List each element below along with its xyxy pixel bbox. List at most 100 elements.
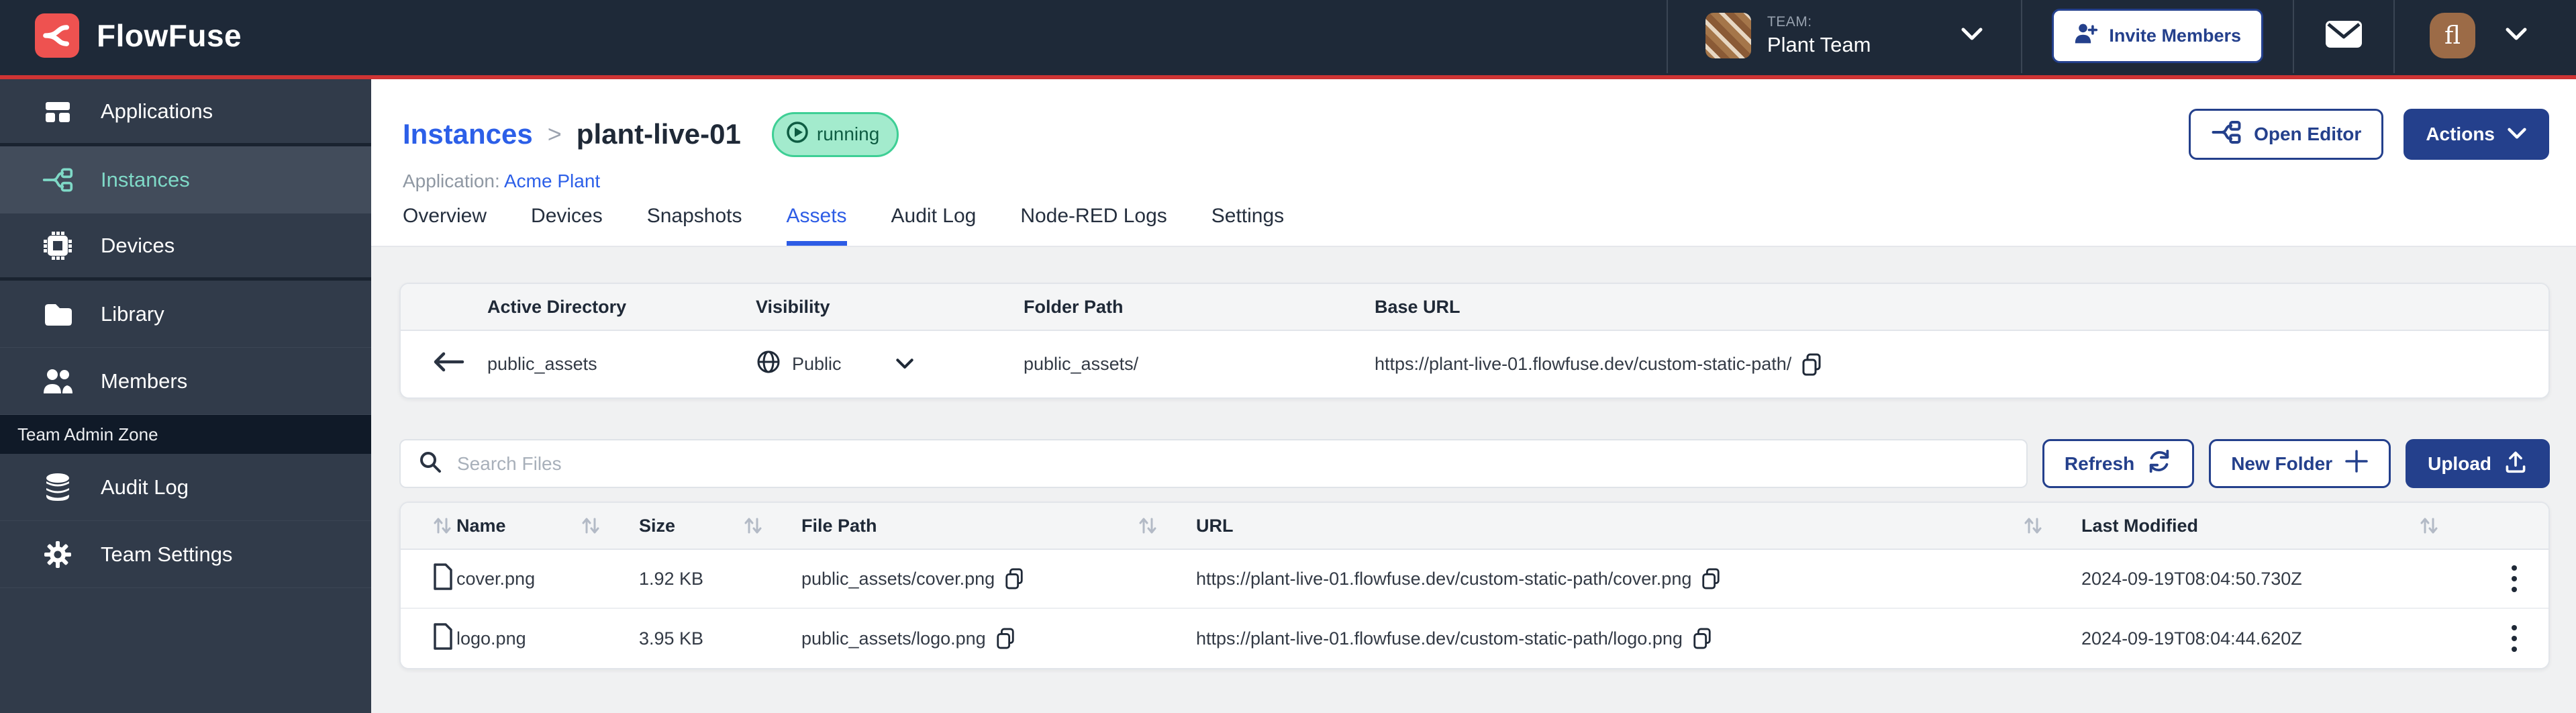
new-folder-button[interactable]: New Folder — [2209, 439, 2391, 488]
invite-members-label: Invite Members — [2109, 25, 2241, 46]
kebab-menu-icon[interactable] — [2511, 564, 2518, 593]
sidebar-item-applications[interactable]: Applications — [0, 79, 371, 146]
team-selector[interactable]: TEAM: Plant Team — [1668, 0, 2022, 73]
breadcrumb-instances-link[interactable]: Instances — [403, 118, 533, 150]
file-url: https://plant-live-01.flowfuse.dev/custo… — [1196, 568, 1692, 589]
globe-icon — [756, 349, 781, 379]
mail-icon — [2325, 19, 2363, 52]
sidebar-item-library[interactable]: Library — [0, 281, 371, 348]
team-label: TEAM: — [1767, 14, 1812, 30]
actions-button[interactable]: Actions — [2404, 109, 2549, 160]
status-label: running — [816, 124, 880, 144]
refresh-icon — [2146, 448, 2172, 479]
back-arrow-icon[interactable] — [432, 350, 465, 378]
file-icon — [432, 563, 454, 596]
upload-label: Upload — [2428, 453, 2491, 474]
file-path: public_assets/cover.png — [801, 568, 995, 589]
copy-icon[interactable] — [1004, 568, 1024, 589]
sidebar-item-label: Instances — [101, 167, 190, 191]
copy-icon[interactable] — [1801, 353, 1822, 376]
status-badge: running — [771, 111, 899, 157]
sidebar-item-devices[interactable]: Devices — [0, 213, 371, 281]
kebab-menu-icon[interactable] — [2511, 624, 2518, 653]
sidebar-item-audit-log[interactable]: Audit Log — [0, 454, 371, 521]
sidebar-item-team-settings[interactable]: Team Settings — [0, 521, 371, 588]
sidebar-item-label: Applications — [101, 99, 213, 123]
copy-icon[interactable] — [1701, 568, 1721, 589]
user-menu[interactable]: fl — [2395, 0, 2552, 73]
application-link[interactable]: Acme Plant — [504, 171, 600, 191]
col-size: Size — [639, 515, 676, 536]
col-folder-path: Folder Path — [1024, 296, 1124, 317]
col-active-directory: Active Directory — [487, 296, 627, 317]
chip-icon — [42, 231, 74, 260]
sort-icon[interactable] — [742, 515, 764, 536]
file-size: 1.92 KB — [639, 568, 704, 589]
active-directory-value: public_assets — [487, 354, 597, 374]
team-avatar — [1705, 13, 1751, 58]
directory-panel: Active Directory Visibility Folder Path … — [399, 283, 2550, 399]
open-editor-button[interactable]: Open Editor — [2189, 109, 2384, 160]
sidebar-item-label: Members — [101, 369, 188, 393]
files-header-row: Name Size File Path URL Last Modified — [401, 503, 2548, 550]
file-last-modified: 2024-09-19T08:04:44.620Z — [2081, 628, 2302, 649]
file-path: public_assets/logo.png — [801, 628, 986, 649]
files-panel: Name Size File Path URL Last Modified co… — [399, 502, 2550, 669]
sort-icon[interactable] — [2418, 515, 2440, 536]
team-name: Plant Team — [1767, 33, 1871, 56]
chevron-down-icon — [2505, 27, 2528, 45]
sidebar-item-members[interactable]: Members — [0, 348, 371, 415]
tab-bar: Overview Devices Snapshots Assets Audit … — [403, 205, 2549, 246]
folder-icon — [42, 301, 74, 328]
folder-path-value: public_assets/ — [1024, 354, 1139, 374]
database-icon — [42, 473, 74, 502]
tab-overview[interactable]: Overview — [403, 205, 487, 246]
plus-icon — [2344, 449, 2369, 478]
refresh-label: Refresh — [2064, 453, 2135, 474]
refresh-button[interactable]: Refresh — [2042, 439, 2195, 488]
base-url-value: https://plant-live-01.flowfuse.dev/custo… — [1375, 354, 1792, 374]
invite-members-button[interactable]: Invite Members — [2052, 8, 2263, 63]
tab-devices[interactable]: Devices — [531, 205, 603, 246]
tab-snapshots[interactable]: Snapshots — [647, 205, 742, 246]
top-navigation: FlowFuse TEAM: Plant Team Invite Members — [0, 0, 2576, 79]
search-input[interactable] — [457, 453, 2009, 475]
team-admin-zone-label: Team Admin Zone — [0, 415, 371, 454]
editor-pipeline-icon — [2211, 119, 2242, 150]
sidebar-item-instances[interactable]: Instances — [0, 146, 371, 213]
visibility-value: Public — [792, 354, 842, 374]
tab-assets[interactable]: Assets — [786, 205, 847, 246]
files-toolbar: Refresh New Folder Upload — [399, 439, 2550, 488]
col-name: Name — [456, 515, 506, 536]
gear-icon — [42, 540, 74, 569]
page-header: Instances > plant-live-01 running Open E… — [371, 79, 2576, 247]
copy-icon[interactable] — [1692, 628, 1712, 649]
team-text: TEAM: Plant Team — [1767, 14, 1871, 57]
tab-audit-log[interactable]: Audit Log — [891, 205, 977, 246]
notifications-button[interactable] — [2294, 0, 2393, 73]
sidebar-item-label: Audit Log — [101, 475, 189, 499]
file-row[interactable]: cover.png 1.92 KB public_assets/cover.pn… — [401, 550, 2548, 609]
brand[interactable]: FlowFuse — [35, 13, 242, 58]
sort-icon[interactable] — [2022, 515, 2044, 536]
upload-button[interactable]: Upload — [2406, 439, 2550, 488]
file-icon — [432, 622, 454, 655]
topnav-right: TEAM: Plant Team Invite Members fl — [1666, 0, 2552, 73]
sort-icon[interactable] — [1137, 515, 1158, 536]
tab-node-red-logs[interactable]: Node-RED Logs — [1020, 205, 1167, 246]
chevron-down-icon — [895, 354, 914, 375]
sort-icon[interactable] — [580, 515, 601, 536]
col-url: URL — [1196, 515, 1234, 536]
visibility-dropdown[interactable]: Public — [756, 349, 914, 379]
file-name: logo.png — [456, 628, 526, 649]
user-plus-icon — [2074, 21, 2098, 50]
sidebar-item-label: Devices — [101, 233, 175, 257]
application-line: Application: Acme Plant — [403, 171, 2549, 192]
sort-icon[interactable] — [432, 515, 453, 536]
open-editor-label: Open Editor — [2254, 124, 2362, 144]
file-row[interactable]: logo.png 3.95 KB public_assets/logo.png … — [401, 609, 2548, 668]
breadcrumb: Instances > plant-live-01 — [403, 118, 741, 150]
file-url: https://plant-live-01.flowfuse.dev/custo… — [1196, 628, 1683, 649]
tab-settings[interactable]: Settings — [1211, 205, 1284, 246]
copy-icon[interactable] — [995, 628, 1015, 649]
